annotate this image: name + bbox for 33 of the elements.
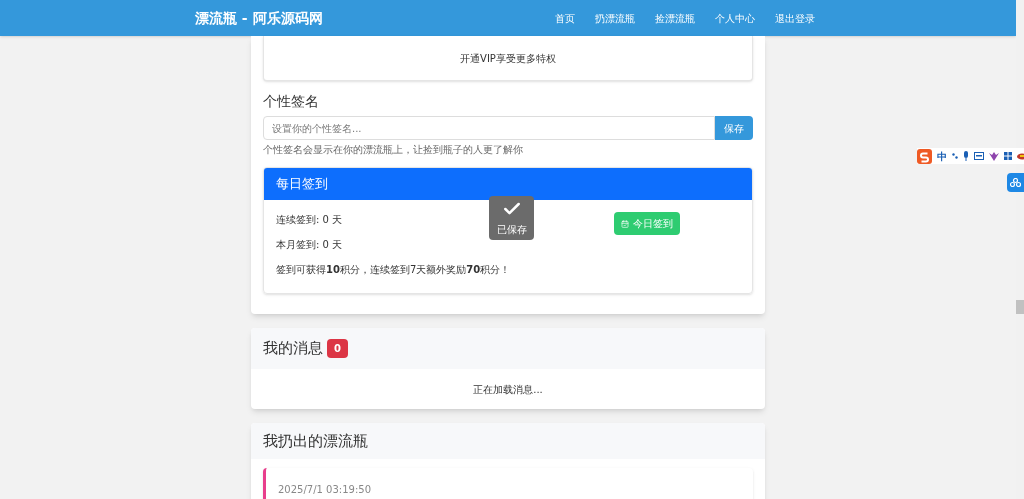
checkin-button[interactable]: 今日签到 (614, 212, 680, 235)
hint-text: 个性签名会显示在你的漂流瓶上，让捡到瓶子的人更了解你 (263, 143, 524, 157)
loading-text: 正在加载消息... (473, 382, 543, 397)
card-title: 每日签到 (276, 175, 328, 194)
checkin-info: 签到可获得10积分，连续签到7天额外奖励70积分！ (276, 263, 511, 277)
save-button[interactable]: 保存 (715, 116, 753, 140)
nav-link[interactable]: 捡漂流瓶 (655, 10, 695, 26)
bottle-item[interactable]: 2025/7/1 03:19:50 (263, 468, 753, 499)
checkin-info: 本月签到: 0 天 (276, 238, 344, 252)
brand-logo[interactable]: 漂流瓶 - 阿乐源码网 (195, 7, 323, 29)
ime-logo-icon[interactable] (917, 148, 932, 164)
punctuation-icon[interactable] (952, 153, 958, 159)
count-badge: 0 (327, 339, 348, 358)
keyboard-icon[interactable] (974, 152, 984, 160)
vip-text: 开通VIP享受更多特权 (460, 51, 556, 66)
floating-share-button[interactable] (1007, 173, 1024, 192)
signature-input[interactable]: 设置你的个性签名... (263, 116, 715, 140)
card-title: 我的消息 (263, 338, 323, 360)
toast-text: 已保存 (496, 223, 527, 237)
calendar-icon (621, 219, 629, 228)
nav-link[interactable]: 个人中心 (715, 10, 755, 26)
nav-link[interactable]: 退出登录 (775, 10, 815, 26)
grid-icon[interactable] (1004, 152, 1012, 160)
section-title: 个性签名 (263, 92, 320, 111)
bottle-time: 2025/7/1 03:19:50 (278, 484, 371, 495)
card-title: 我扔出的漂流瓶 (263, 430, 368, 452)
share-icon (1010, 178, 1021, 187)
microphone-icon[interactable] (963, 151, 969, 161)
nav-link[interactable]: 扔漂流瓶 (595, 10, 635, 26)
scrollbar-thumb[interactable] (1016, 300, 1024, 314)
nav-link[interactable]: 首页 (555, 10, 575, 26)
checkin-info: 连续签到: 0 天 (276, 213, 344, 227)
ime-mode[interactable]: 中 (937, 148, 947, 164)
